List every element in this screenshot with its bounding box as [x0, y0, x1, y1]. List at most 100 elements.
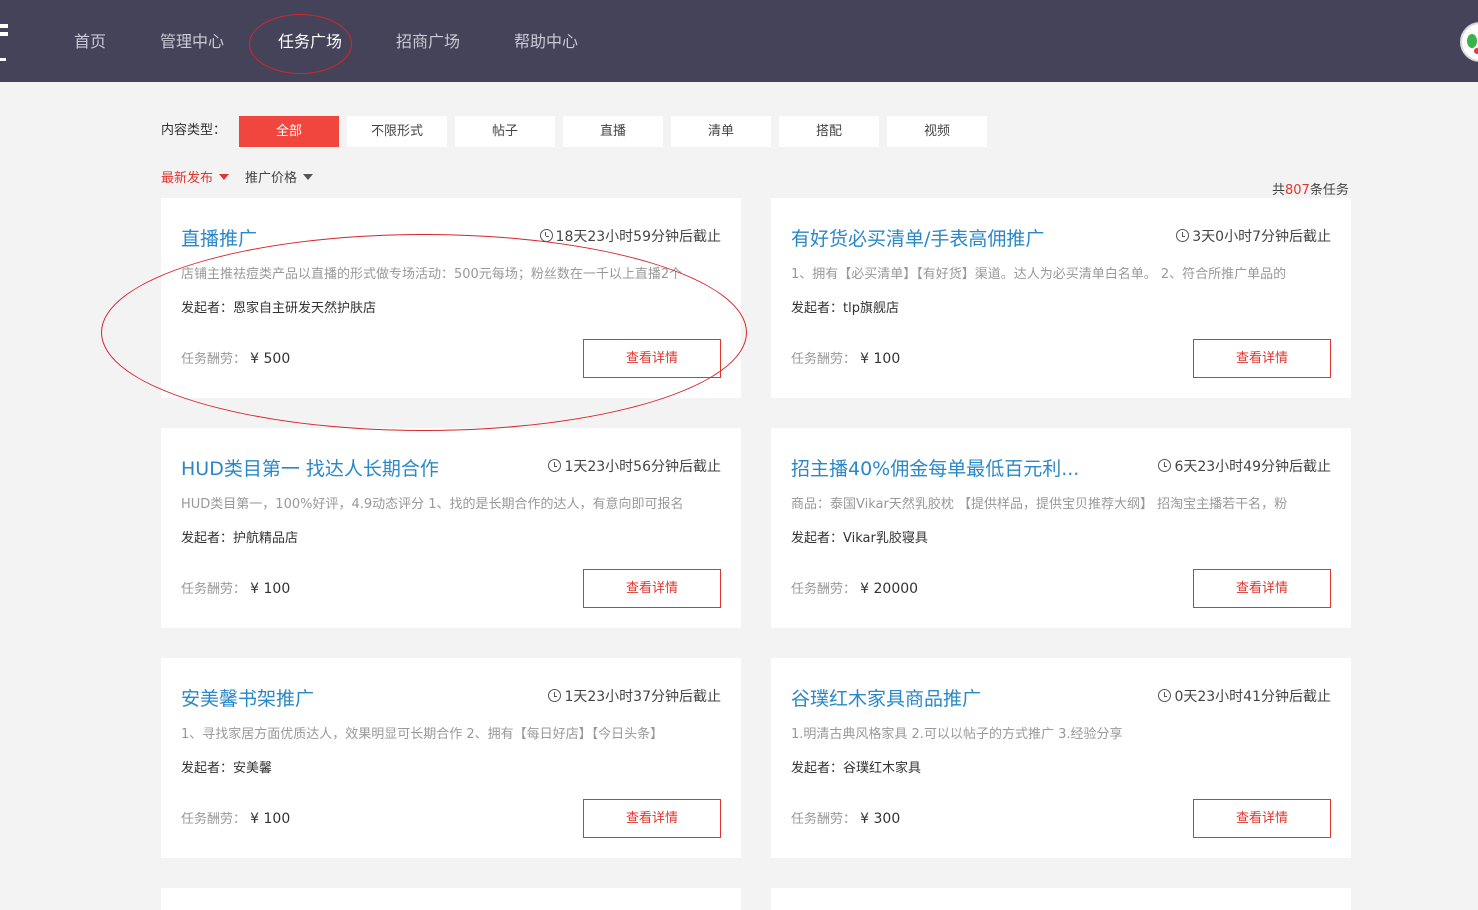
- view-detail-button[interactable]: 查看详情: [583, 569, 721, 608]
- filter-chip-list[interactable]: 清单: [671, 116, 771, 147]
- filter-chip-video[interactable]: 视频: [887, 116, 987, 147]
- task-title[interactable]: 有好货必买清单/手表高佣推广: [791, 226, 1044, 252]
- task-card: 安美馨书架推广 1天23小时37分钟后截止 1、寻找家居方面优质达人，效果明显可长期…: [161, 658, 741, 858]
- view-detail-button[interactable]: 查看详情: [1193, 339, 1331, 378]
- task-sponsor: 发起者：安美馨: [181, 760, 272, 778]
- sponsor-name: tlp旗舰店: [843, 301, 899, 316]
- task-sponsor: 发起者：tlp旗舰店: [791, 300, 899, 318]
- task-title[interactable]: 直播推广: [181, 226, 257, 252]
- task-description: 店铺主推祛痘类产品以直播的形式做专场活动：500元每场；粉丝数在一千以上直播2个: [181, 267, 683, 282]
- clock-icon: [539, 229, 553, 242]
- reward-amount: ¥ 100: [860, 351, 901, 367]
- reward-label: 任务酬劳：: [791, 812, 857, 827]
- total-prefix: 共: [1272, 183, 1286, 198]
- reward-amount: ¥ 100: [250, 811, 291, 827]
- clock-icon: [548, 689, 562, 702]
- task-sponsor: 发起者：护航精品店: [181, 530, 298, 548]
- sponsor-name: 谷璞红木家具: [843, 761, 922, 776]
- task-reward: 任务酬劳： ¥ 100: [791, 350, 900, 369]
- avatar[interactable]: [1460, 22, 1478, 62]
- deadline-text: 0天23小时41分钟后截止: [1174, 689, 1331, 705]
- reward-amount: ¥ 300: [860, 811, 901, 827]
- task-description: 1.明清古典风格家具 2.可以以帖子的方式推广 3.经验分享: [791, 727, 1123, 742]
- nav-merchant-square[interactable]: 招商广场: [396, 28, 460, 56]
- reward-amount: ¥ 100: [250, 581, 291, 597]
- task-title[interactable]: 招主播40%佣金每单最低百元利...: [791, 456, 1079, 482]
- clock-icon: [1176, 229, 1190, 242]
- view-detail-button[interactable]: 查看详情: [1193, 569, 1331, 608]
- task-deadline: 1天23小时37分钟后截止: [548, 688, 721, 706]
- task-deadline: 6天23小时49分钟后截止: [1158, 458, 1331, 476]
- task-reward: 任务酬劳： ¥ 100: [181, 810, 290, 829]
- deadline-text: 3天0小时7分钟后截止: [1192, 229, 1331, 245]
- task-reward: 任务酬劳： ¥ 100: [181, 580, 290, 599]
- caret-down-icon: [219, 174, 230, 180]
- sponsor-name: 安美馨: [233, 761, 273, 776]
- sort-price[interactable]: 推广价格: [245, 170, 314, 188]
- sponsor-name: 恩家自主研发天然护肤店: [233, 301, 377, 316]
- nav-management-center[interactable]: 管理中心: [160, 28, 224, 56]
- nav-help-center[interactable]: 帮助中心: [514, 28, 578, 56]
- task-description: HUD类目第一，100%好评，4.9动态评分 1、找的是长期合作的达人，有意向即…: [181, 497, 684, 512]
- deadline-text: 1天23小时37分钟后截止: [564, 689, 721, 705]
- reward-label: 任务酬劳：: [181, 812, 247, 827]
- view-detail-button[interactable]: 查看详情: [583, 799, 721, 838]
- clock-icon: [548, 459, 562, 472]
- task-sponsor: 发起者：谷璞红木家具: [791, 760, 921, 778]
- sponsor-label: 发起者：: [791, 761, 844, 776]
- task-sponsor: 发起者：Vikar乳胶寝具: [791, 530, 928, 548]
- filter-chip-unlimited[interactable]: 不限形式: [347, 116, 447, 147]
- sponsor-label: 发起者：: [181, 761, 234, 776]
- total-count: 807: [1285, 183, 1310, 198]
- caret-down-icon: [303, 174, 314, 180]
- top-nav-bar: 首页 管理中心 任务广场 招商广场 帮助中心: [0, 0, 1478, 82]
- task-description: 商品：泰国Vikar天然乳胶枕 【提供样品，提供宝贝推荐大纲】 招淘宝主播若干名…: [791, 497, 1288, 512]
- deadline-text: 18天23小时59分钟后截止: [555, 229, 721, 245]
- deadline-text: 6天23小时49分钟后截止: [1174, 459, 1331, 475]
- logo[interactable]: [0, 20, 10, 64]
- sort-latest-label: 最新发布: [161, 171, 214, 186]
- filter-chip-all[interactable]: 全部: [239, 116, 339, 147]
- filter-chip-live[interactable]: 直播: [563, 116, 663, 147]
- task-card: 有好货必买清单/手表高佣推广 3天0小时7分钟后截止 1、拥有【必买清单】【有好货】…: [771, 198, 1351, 398]
- reward-amount: ¥ 20000: [860, 581, 919, 597]
- task-reward: 任务酬劳： ¥ 20000: [791, 580, 918, 599]
- filter-chip-match[interactable]: 搭配: [779, 116, 879, 147]
- task-description: 1、寻找家居方面优质达人，效果明显可长期合作 2、拥有【每日好店】【今日头条】: [181, 727, 664, 742]
- annotation-circle: [249, 14, 352, 74]
- task-card: 直播推广 18天23小时59分钟后截止店铺主推祛痘类产品以直播的形式做专场活动：5…: [161, 198, 741, 398]
- task-title[interactable]: 谷璞红木家具商品推广: [791, 686, 981, 712]
- sponsor-label: 发起者：: [181, 301, 234, 316]
- filter-chip-post[interactable]: 帖子: [455, 116, 555, 147]
- deadline-text: 1天23小时56分钟后截止: [564, 459, 721, 475]
- task-card: 招主播40%佣金每单最低百元利... 6天23小时49分钟后截止商品：泰国Vika…: [771, 428, 1351, 628]
- reward-label: 任务酬劳：: [791, 352, 857, 367]
- view-detail-button[interactable]: 查看详情: [1193, 799, 1331, 838]
- task-sponsor: 发起者：恩家自主研发天然护肤店: [181, 300, 376, 318]
- task-card: 谷璞红木家具商品推广 0天23小时41分钟后截止 1.明清古典风格家具 2.可以以帖…: [771, 658, 1351, 858]
- task-title[interactable]: HUD类目第一 找达人长期合作: [181, 456, 439, 482]
- reward-amount: ¥ 500: [250, 351, 291, 367]
- content-type-label: 内容类型：: [161, 123, 227, 138]
- task-description: 1、拥有【必买清单】【有好货】渠道。达人为必买清单白名单。 2、符合所推广单品的: [791, 267, 1287, 282]
- task-card: HUD类目第一 找达人长期合作 1天23小时56分钟后截止 HUD类目第一，100%…: [161, 428, 741, 628]
- reward-label: 任务酬劳：: [791, 582, 857, 597]
- task-title[interactable]: 安美馨书架推广: [181, 686, 314, 712]
- total-suffix: 条任务: [1309, 183, 1349, 198]
- task-card: [161, 888, 741, 910]
- sponsor-label: 发起者：: [791, 301, 844, 316]
- task-deadline: 0天23小时41分钟后截止: [1158, 688, 1331, 706]
- sort-price-label: 推广价格: [245, 171, 298, 186]
- sort-latest[interactable]: 最新发布: [161, 170, 230, 188]
- task-deadline: 1天23小时56分钟后截止: [548, 458, 721, 476]
- task-card: [771, 888, 1351, 910]
- task-reward: 任务酬劳： ¥ 300: [791, 810, 900, 829]
- view-detail-button[interactable]: 查看详情: [583, 339, 721, 378]
- reward-label: 任务酬劳：: [181, 352, 247, 367]
- clock-icon: [1158, 689, 1172, 702]
- nav-home[interactable]: 首页: [74, 28, 106, 56]
- sponsor-label: 发起者：: [181, 531, 234, 546]
- task-total: 共807条任务: [1272, 183, 1349, 199]
- sponsor-name: 护航精品店: [233, 531, 299, 546]
- sponsor-label: 发起者：: [791, 531, 844, 546]
